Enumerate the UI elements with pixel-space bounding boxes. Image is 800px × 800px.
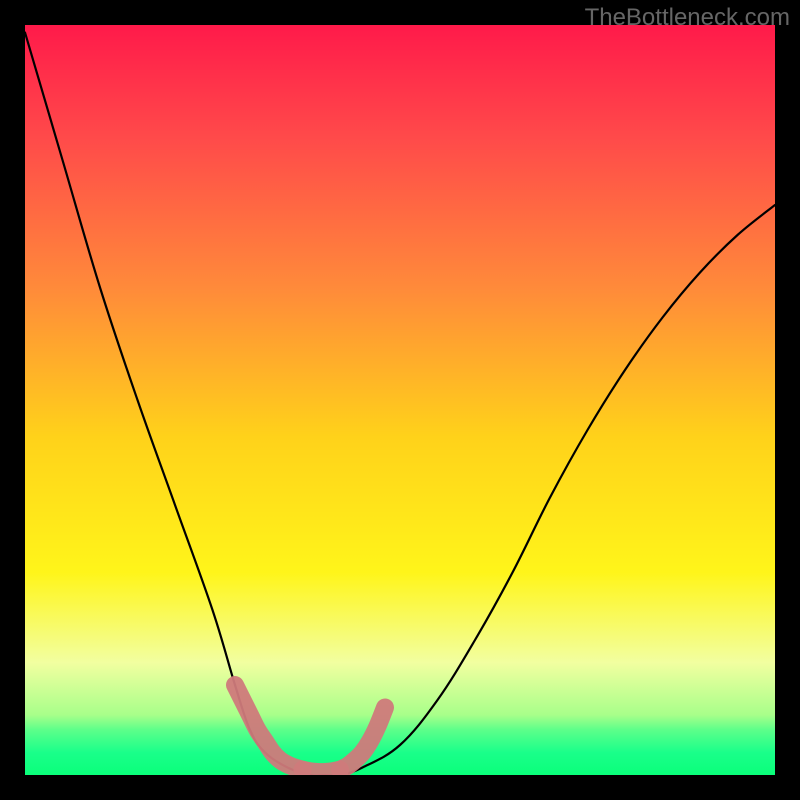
chart-wrapper: TheBottleneck.com xyxy=(0,0,800,800)
chart-area xyxy=(25,25,775,775)
site-watermark: TheBottleneck.com xyxy=(585,4,790,32)
bottleneck-plot xyxy=(25,25,775,775)
